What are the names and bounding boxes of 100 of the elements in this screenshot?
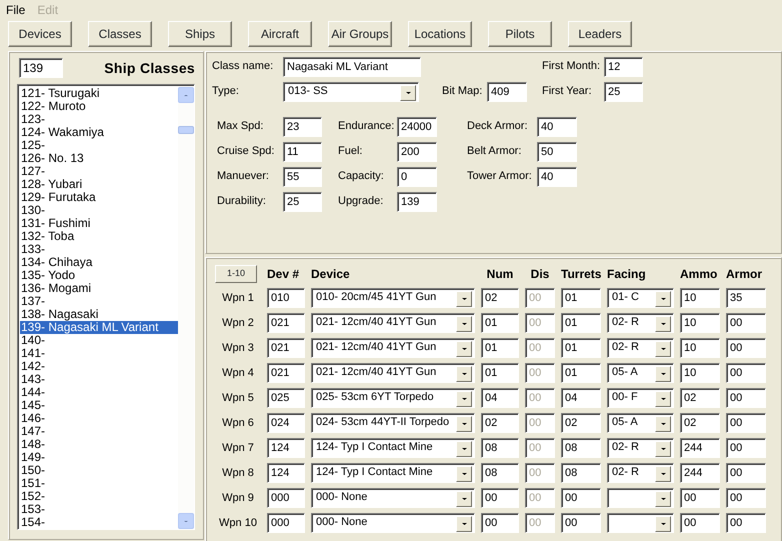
list-item[interactable]: 137- [20, 295, 178, 308]
text-field[interactable]: 00 [561, 488, 601, 508]
list-item[interactable]: 131- Fushimi [20, 217, 178, 230]
text-field[interactable]: 04 [561, 388, 601, 408]
list-item[interactable]: 139- Nagasaki ML Variant [20, 321, 178, 334]
dropdown[interactable]: 021- 12cm/40 41YT Gun [311, 338, 475, 358]
text-field[interactable]: 08 [561, 463, 601, 483]
text-field[interactable]: 01 [561, 363, 601, 383]
text-field[interactable]: 04 [481, 388, 519, 408]
dropdown[interactable]: 01- C [607, 288, 674, 308]
text-field[interactable]: 021 [267, 363, 305, 383]
text-field[interactable]: 24000 [397, 117, 437, 137]
list-item[interactable]: 125- [20, 139, 178, 152]
list-item[interactable]: 151- [20, 477, 178, 490]
dropdown[interactable]: 021- 12cm/40 41YT Gun [311, 363, 475, 383]
dropdown[interactable]: 00- F [607, 388, 674, 408]
list-item[interactable]: 128- Yubari [20, 178, 178, 191]
text-field[interactable]: 40 [537, 167, 577, 187]
dropdown[interactable]: 02- R [607, 463, 674, 483]
text-field[interactable]: 00 [726, 413, 766, 433]
text-field[interactable]: 010 [267, 288, 305, 308]
text-field[interactable]: 244 [680, 438, 720, 458]
dropdown[interactable]: 02- R [607, 438, 674, 458]
text-field[interactable]: Nagasaki ML Variant [283, 57, 421, 77]
list-item[interactable]: 154- [20, 516, 178, 529]
text-field[interactable]: 021 [267, 338, 305, 358]
dropdown[interactable]: 024- 53cm 44YT-II Torpedo [311, 413, 475, 433]
text-field[interactable]: 10 [680, 363, 720, 383]
text-field[interactable]: 02 [561, 413, 601, 433]
text-field[interactable]: 139 [397, 192, 437, 212]
text-field[interactable]: 000 [267, 488, 305, 508]
text-field[interactable]: 244 [680, 463, 720, 483]
text-field[interactable]: 00 [726, 488, 766, 508]
dropdown[interactable]: 000- None [311, 488, 475, 508]
menu-item[interactable]: File [6, 2, 26, 18]
text-field[interactable]: 00 [726, 388, 766, 408]
dropdown[interactable]: 02- R [607, 313, 674, 333]
list-item[interactable]: 148- [20, 438, 178, 451]
text-field[interactable]: 01 [561, 313, 601, 333]
text-field[interactable]: 25 [604, 82, 643, 102]
text-field[interactable]: 00 [481, 488, 519, 508]
text-field[interactable]: 00 [481, 513, 519, 533]
list-item[interactable]: 123- [20, 113, 178, 126]
text-field[interactable]: 08 [481, 463, 519, 483]
text-field[interactable]: 025 [267, 388, 305, 408]
list-item[interactable]: 149- [20, 451, 178, 464]
text-field[interactable]: 00 [680, 513, 720, 533]
text-field[interactable]: 200 [397, 142, 437, 162]
list-item[interactable]: 127- [20, 165, 178, 178]
text-field[interactable]: 08 [481, 438, 519, 458]
list-item[interactable]: 143- [20, 373, 178, 386]
text-field[interactable]: 02 [680, 388, 720, 408]
text-field[interactable]: 024 [267, 413, 305, 433]
text-field[interactable]: 02 [481, 288, 519, 308]
text-field[interactable]: 00 [561, 513, 601, 533]
dropdown[interactable]: 021- 12cm/40 41YT Gun [311, 313, 475, 333]
dropdown[interactable] [607, 488, 674, 508]
list-item[interactable]: 136- Mogami [20, 282, 178, 295]
list-item[interactable]: 126- No. 13 [20, 152, 178, 165]
text-field[interactable]: 01 [481, 313, 519, 333]
dropdown[interactable]: 05- A [607, 413, 674, 433]
text-field[interactable]: 08 [561, 438, 601, 458]
list-item[interactable]: 132- Toba [20, 230, 178, 243]
text-field[interactable]: 01 [561, 288, 601, 308]
dropdown[interactable]: 025- 53cm 6YT Torpedo [311, 388, 475, 408]
dropdown[interactable]: 010- 20cm/45 41YT Gun [311, 288, 475, 308]
text-field[interactable]: 23 [283, 117, 322, 137]
dropdown[interactable]: 124- Typ I Contact Mine [311, 463, 475, 483]
list-item[interactable]: 145- [20, 399, 178, 412]
text-field[interactable]: 00 [726, 313, 766, 333]
text-field[interactable]: 00 [680, 488, 720, 508]
text-field[interactable]: 124 [267, 463, 305, 483]
dropdown[interactable]: 124- Typ I Contact Mine [311, 438, 475, 458]
list-item[interactable]: 124- Wakamiya [20, 126, 178, 139]
text-field[interactable]: 000 [267, 513, 305, 533]
dropdown[interactable] [607, 513, 674, 533]
nav-button[interactable]: Devices [8, 21, 72, 47]
text-field[interactable]: 0 [397, 167, 437, 187]
text-field[interactable]: 02 [481, 413, 519, 433]
page-button[interactable]: 1-10 [215, 265, 257, 283]
text-field[interactable]: 12 [604, 57, 643, 77]
text-field[interactable]: 55 [283, 167, 322, 187]
list-item[interactable]: 129- Furutaka [20, 191, 178, 204]
dropdown[interactable]: 05- A [607, 363, 674, 383]
text-field[interactable]: 02 [680, 413, 720, 433]
text-field[interactable]: 00 [726, 513, 766, 533]
text-field[interactable]: 11 [283, 142, 322, 162]
scroll-thumb[interactable] [178, 126, 194, 134]
search-field[interactable]: 139 [19, 58, 63, 78]
text-field[interactable]: 00 [726, 338, 766, 358]
list-item[interactable]: 134- Chihaya [20, 256, 178, 269]
list-item[interactable]: 150- [20, 464, 178, 477]
text-field[interactable]: 01 [481, 338, 519, 358]
text-field[interactable]: 01 [481, 363, 519, 383]
nav-button[interactable]: Pilots [488, 21, 552, 47]
list-item[interactable]: 138- Nagasaki [20, 308, 178, 321]
nav-button[interactable]: Ships [168, 21, 232, 47]
text-field[interactable]: 50 [537, 142, 577, 162]
nav-button[interactable]: Aircraft [248, 21, 312, 47]
text-field[interactable]: 10 [680, 288, 720, 308]
